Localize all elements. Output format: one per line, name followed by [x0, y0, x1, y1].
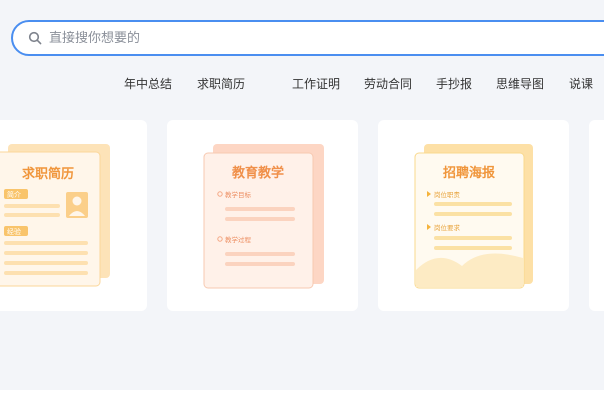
search-icon	[28, 31, 42, 45]
tag-intro: 简介	[7, 190, 21, 199]
tag-experience: 经验	[7, 227, 21, 236]
template-card-recruitment[interactable]: 招聘海报 岗位职责 岗位要求	[378, 120, 569, 311]
template-card-resume[interactable]: 求职简历 简介 经验	[0, 120, 147, 311]
card-title: 招聘海报	[443, 165, 496, 181]
recruitment-illustration: 招聘海报 岗位职责 岗位要求	[414, 144, 533, 289]
teaching-process-label: 教学过程	[225, 235, 252, 244]
resume-illustration: 求职简历 简介 经验	[0, 144, 110, 287]
category-link-labor-contract[interactable]: 劳动合同	[364, 75, 412, 92]
category-link-work-certificate[interactable]: 工作证明	[292, 75, 340, 92]
template-card-next[interactable]	[589, 120, 604, 311]
category-link-handwritten-newspaper[interactable]: 手抄报	[436, 75, 472, 92]
category-link-resume[interactable]: 求职简历	[197, 75, 245, 92]
card-title: 教育教学	[231, 165, 284, 181]
template-card-education[interactable]: 教育教学 教学目标 教学过程	[167, 120, 358, 311]
bottom-strip	[0, 390, 604, 401]
card-title: 求职简历	[22, 166, 74, 182]
category-link-lecture[interactable]: 说课	[569, 75, 593, 92]
job-requirement-label: 岗位要求	[434, 223, 461, 232]
education-illustration: 教育教学 教学目标 教学过程	[203, 144, 324, 289]
job-duty-label: 岗位职责	[434, 190, 461, 199]
page: 年中总结 求职简历 工作证明 劳动合同 手抄报 思维导图 说课 求职简历 简介 …	[0, 0, 604, 401]
search-input[interactable]	[49, 22, 549, 54]
category-link-year-summary[interactable]: 年中总结	[124, 75, 172, 92]
teaching-goal-label: 教学目标	[225, 190, 252, 199]
search-bar[interactable]	[11, 20, 604, 56]
category-link-mind-map[interactable]: 思维导图	[496, 75, 544, 92]
